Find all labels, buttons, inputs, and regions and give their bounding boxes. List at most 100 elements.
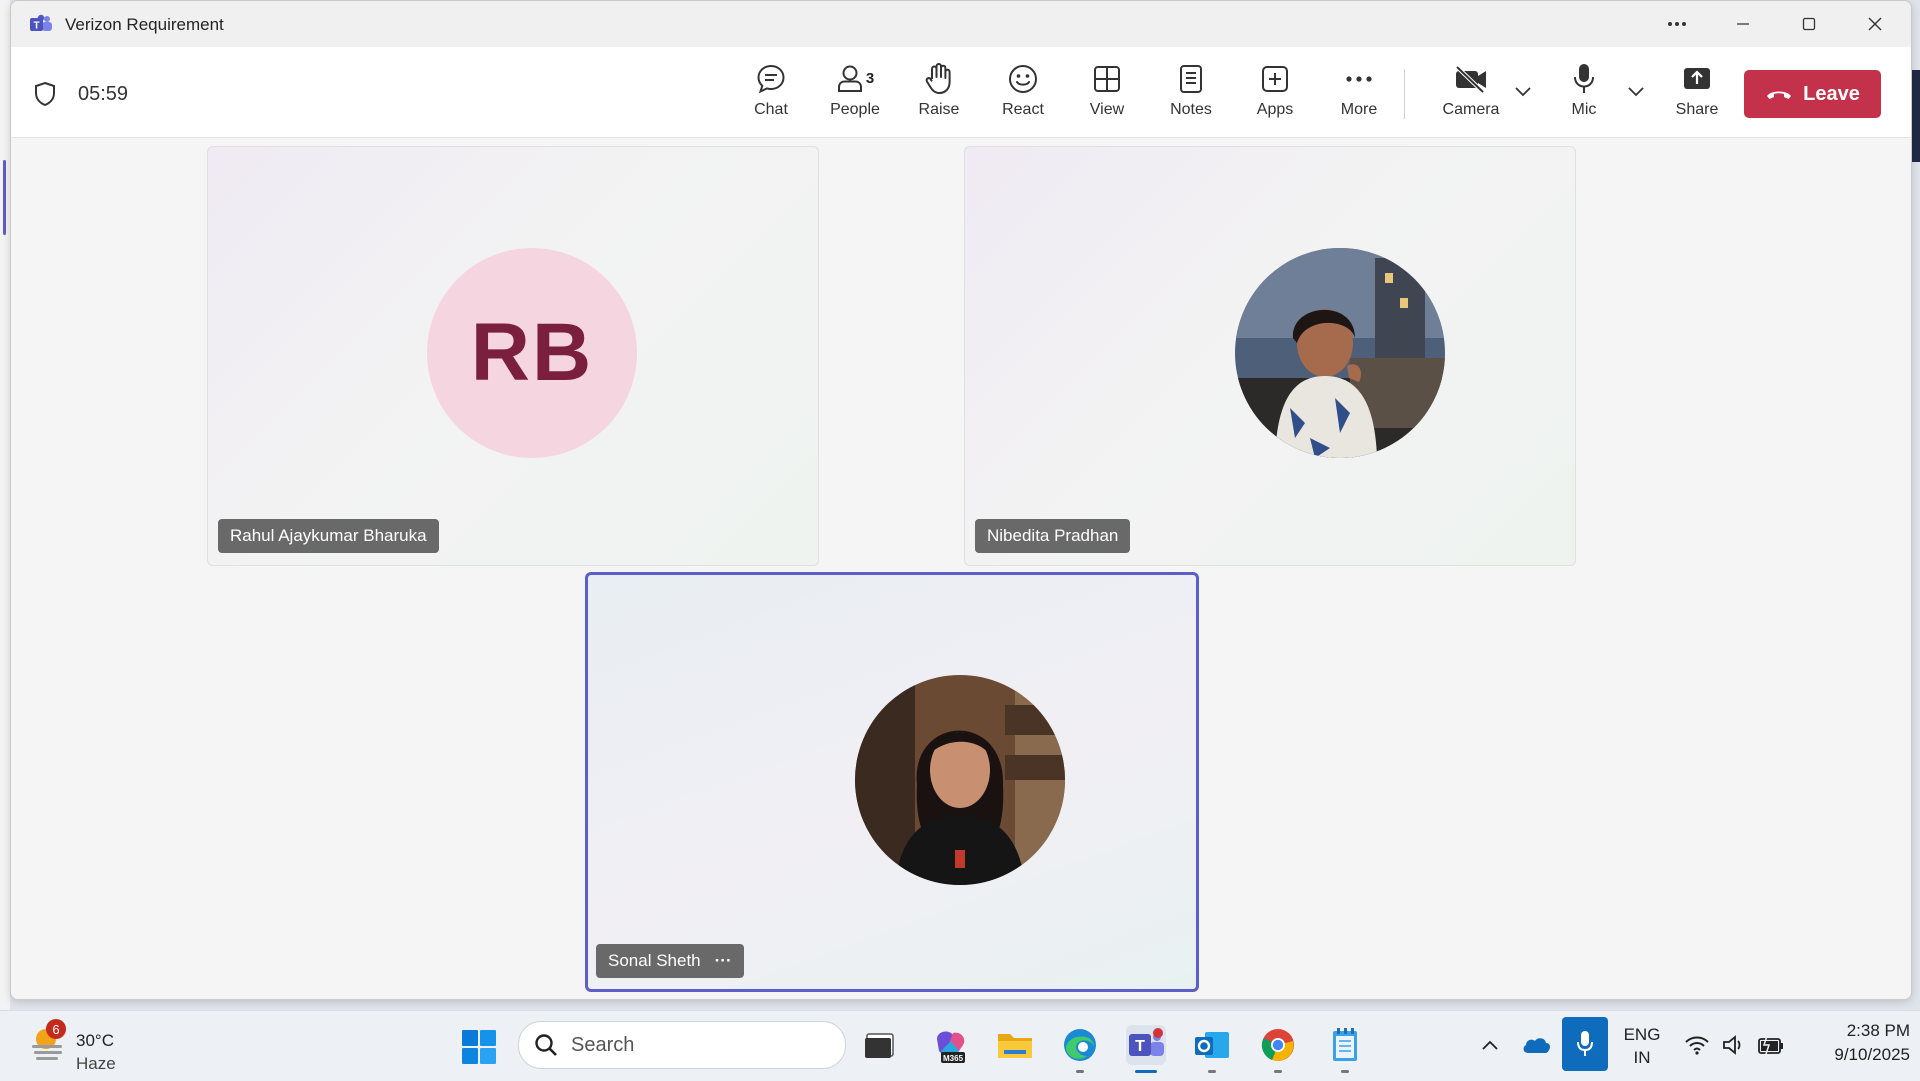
windows-start-icon[interactable]	[459, 1027, 499, 1067]
close-button[interactable]	[1847, 9, 1903, 39]
clock-time[interactable]: 2:38 PM	[1800, 1021, 1910, 1041]
chat-button[interactable]: Chat	[731, 61, 811, 119]
add-app-icon	[1262, 66, 1288, 92]
apps-button[interactable]: Apps	[1235, 61, 1315, 119]
emoji-icon	[1009, 65, 1037, 93]
participant-name-tag: Nibedita Pradhan	[975, 519, 1131, 553]
background-window-accent	[3, 160, 6, 235]
windows-taskbar: 6 30°C Haze Search M365 T ENG IN 2:38 PM…	[0, 1010, 1920, 1081]
participant-more-options-icon[interactable]: ···	[715, 951, 732, 971]
running-indicator	[1274, 1070, 1282, 1073]
title-bar: T Verizon Requirement	[11, 1, 1911, 47]
view-button[interactable]: View	[1067, 61, 1147, 119]
outlook-icon[interactable]	[1192, 1025, 1232, 1073]
profile-photo	[855, 675, 1065, 885]
participant-name: Sonal Sheth	[608, 951, 701, 970]
teams-logo-icon: T	[30, 14, 52, 32]
wifi-icon[interactable]	[1677, 1025, 1717, 1065]
react-label: React	[1002, 101, 1044, 118]
camera-label: Camera	[1442, 101, 1500, 118]
microphone-in-use-icon[interactable]	[1562, 1017, 1608, 1071]
task-view-icon[interactable]	[859, 1025, 899, 1065]
share-label: Share	[1675, 101, 1719, 118]
people-button[interactable]: 3 People	[815, 61, 895, 119]
notepad-icon[interactable]	[1325, 1025, 1365, 1073]
raise-hand-icon	[925, 63, 951, 94]
microphone-icon	[1574, 64, 1594, 93]
volume-icon[interactable]	[1713, 1025, 1753, 1065]
meeting-timer: 05:59	[78, 83, 129, 105]
minimize-button[interactable]	[1715, 9, 1771, 39]
share-screen-icon	[1684, 68, 1710, 89]
apps-label: Apps	[1256, 101, 1294, 118]
avatar-initials: RB	[470, 307, 594, 398]
share-button[interactable]: Share	[1657, 61, 1737, 119]
participant-name: Nibedita Pradhan	[987, 526, 1119, 545]
more-icon	[1346, 76, 1372, 82]
video-stage: RB Rahul Ajaykumar Bharuka Nibedita Prad…	[11, 138, 1911, 999]
grid-view-icon	[1094, 66, 1120, 92]
mic-button[interactable]: Mic	[1544, 61, 1624, 119]
running-indicator	[1341, 1070, 1349, 1073]
raise-hand-button[interactable]: Raise	[899, 61, 979, 119]
avatar: RB	[427, 248, 637, 458]
notes-icon	[1180, 65, 1202, 93]
leave-label: Leave	[1803, 82, 1860, 105]
weather-widget[interactable]: 6 30°C Haze	[28, 1019, 116, 1073]
search-placeholder: Search	[571, 1033, 635, 1056]
participant-name: Rahul Ajaykumar Bharuka	[230, 526, 427, 545]
battery-charging-icon[interactable]	[1751, 1025, 1791, 1065]
camera-options-chevron-down-icon[interactable]	[1514, 85, 1532, 97]
hang-up-icon	[1767, 91, 1792, 99]
camera-button[interactable]: Camera	[1429, 61, 1513, 119]
participant-name-tag: Rahul Ajaykumar Bharuka	[218, 519, 439, 553]
mic-label: Mic	[1571, 101, 1597, 118]
file-explorer-icon[interactable]	[995, 1025, 1035, 1065]
meeting-toolbar: 05:59 Chat 3 People Raise React View Not…	[11, 47, 1911, 138]
running-indicator	[1076, 1070, 1084, 1073]
teams-taskbar-icon[interactable]: T	[1126, 1025, 1166, 1073]
notes-label: Notes	[1170, 101, 1212, 118]
running-indicator	[1208, 1070, 1216, 1073]
leave-button[interactable]: Leave	[1744, 70, 1881, 118]
participant-tile-sonal[interactable]: Sonal Sheth ···	[585, 572, 1199, 992]
profile-photo	[1235, 248, 1445, 458]
participant-tile-rahul[interactable]: RB Rahul Ajaykumar Bharuka	[207, 146, 819, 566]
edge-browser-icon[interactable]	[1060, 1025, 1100, 1073]
chat-label: Chat	[754, 101, 788, 118]
teams-meeting-window: T Verizon Requirement 05:59 Chat 3 Peopl…	[10, 0, 1912, 1000]
svg-text:T: T	[33, 21, 39, 32]
people-icon	[837, 65, 862, 92]
mic-options-chevron-down-icon[interactable]	[1627, 85, 1645, 97]
more-button[interactable]: More	[1319, 61, 1399, 119]
notes-button[interactable]: Notes	[1151, 61, 1231, 119]
notification-badge: 6	[46, 1019, 66, 1039]
language-indicator-top[interactable]: ENG	[1622, 1025, 1662, 1045]
raise-label: Raise	[918, 101, 960, 118]
participant-tile-nibedita[interactable]: Nibedita Pradhan	[964, 146, 1576, 566]
search-icon	[535, 1034, 557, 1056]
microsoft-365-icon[interactable]: M365	[929, 1025, 969, 1065]
chrome-browser-icon[interactable]	[1258, 1025, 1298, 1073]
more-label: More	[1340, 101, 1378, 118]
shield-icon[interactable]	[33, 81, 57, 107]
weather-description: Haze	[76, 1054, 116, 1073]
people-label: People	[830, 101, 880, 118]
taskbar-search-input[interactable]: Search	[518, 1021, 846, 1069]
background-window-edge	[0, 0, 10, 1010]
weather-temperature: 30°C	[76, 1031, 114, 1050]
chat-icon	[757, 64, 785, 94]
onedrive-cloud-icon[interactable]	[1516, 1025, 1556, 1065]
avatar	[1235, 248, 1445, 458]
react-button[interactable]: React	[983, 61, 1063, 119]
language-indicator-bottom[interactable]: IN	[1622, 1048, 1662, 1068]
clock-date[interactable]: 9/10/2025	[1800, 1045, 1910, 1065]
view-label: View	[1089, 101, 1125, 118]
avatar	[855, 675, 1065, 885]
m365-label: M365	[943, 1054, 964, 1063]
svg-text:T: T	[1135, 1038, 1145, 1055]
show-hidden-icons-chevron-up-icon[interactable]	[1470, 1025, 1510, 1065]
maximize-button[interactable]	[1781, 9, 1837, 39]
participant-name-tag: Sonal Sheth ···	[596, 944, 744, 978]
more-options-icon[interactable]	[1649, 9, 1705, 39]
